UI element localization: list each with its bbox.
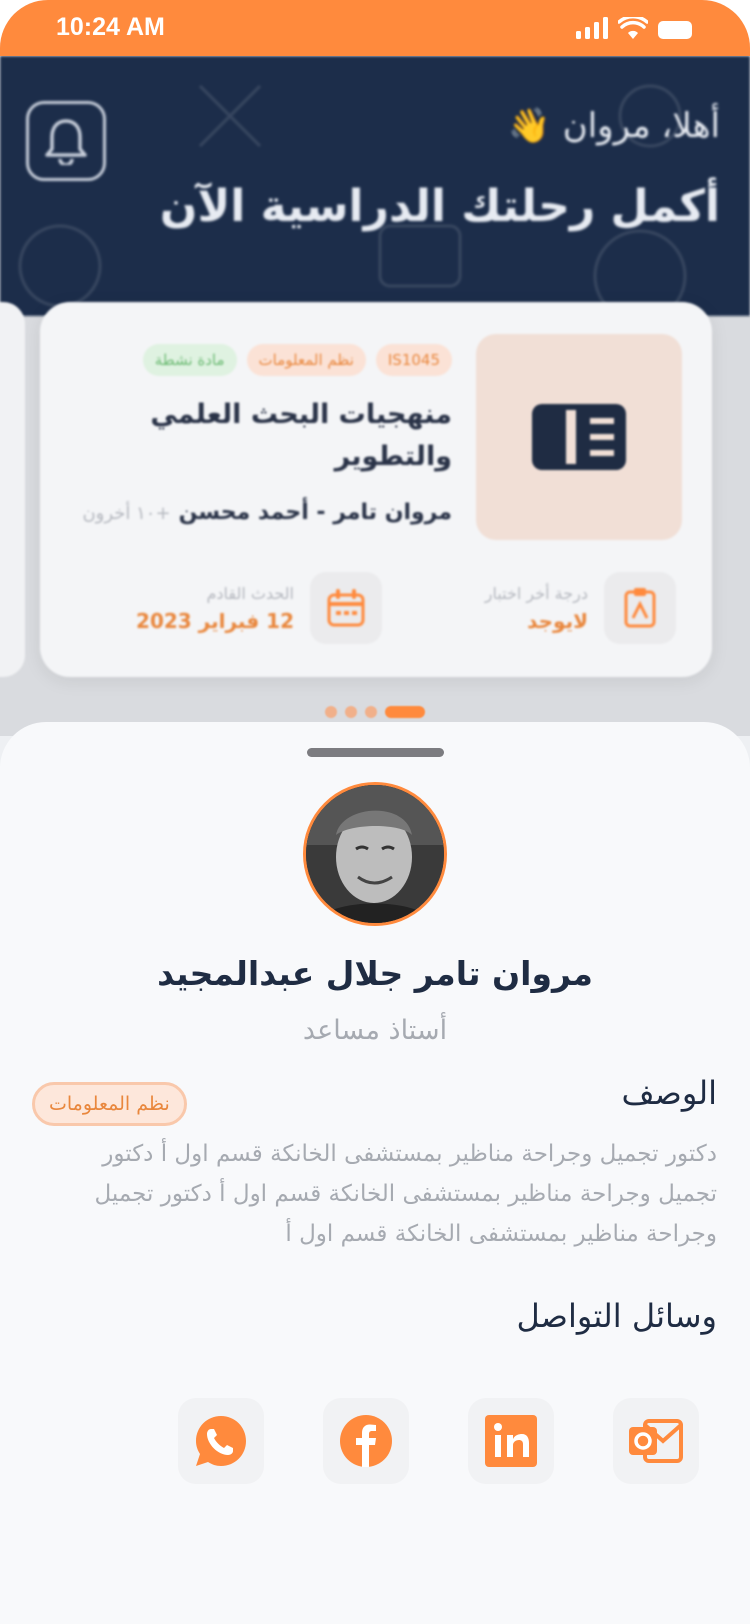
hero-banner: أهلا، مروان 👋 أكمل رحلتك الدراسية الآن	[0, 56, 750, 316]
linkedin-icon	[485, 1415, 537, 1467]
calendar-icon	[327, 589, 365, 627]
carousel-dot[interactable]	[365, 706, 377, 718]
instructor-bottom-sheet: مروان تامر جلال عبدالمجيد أستاذ مساعد ال…	[0, 722, 750, 1624]
department-tag: نظم المعلومات	[246, 344, 366, 376]
course-name: منهجيات البحث العلمي والتطوير	[150, 399, 452, 472]
teachers-names: مروان تامر - أحمد محسن	[178, 500, 452, 525]
teachers-more: +١٠ أخرون	[82, 503, 171, 524]
carousel-dots	[325, 706, 425, 718]
carousel-dot[interactable]	[325, 706, 337, 718]
department-pill: نظم المعلومات	[32, 1082, 187, 1126]
next-event-value: 12 فبراير 2023	[136, 608, 294, 633]
course-thumbnail	[476, 334, 682, 540]
contacts-title: وسائل التواصل	[516, 1297, 717, 1335]
description-text: دكتور تجميل وجراحة مناظير بمستشفى الخانك…	[94, 1141, 717, 1247]
phone-screen: 10:24 AM أهلا، مروان 👋 أكمل رحلتك الدراس…	[0, 0, 750, 1624]
avatar-photo	[306, 785, 444, 923]
notification-bell-button[interactable]	[26, 101, 106, 181]
calendar-icon-box	[310, 572, 382, 644]
last-exam-stat: درجة أخر اختبار لايوجد	[485, 572, 676, 644]
bell-icon	[45, 119, 87, 165]
outlook-icon	[629, 1419, 683, 1463]
greeting: أهلا، مروان 👋	[508, 106, 720, 146]
facebook-button[interactable]	[323, 1398, 409, 1484]
status-time: 10:24 AM	[56, 13, 165, 41]
carousel-dot-active[interactable]	[385, 706, 425, 718]
status-tag: مادة نشطة	[142, 344, 237, 376]
wifi-icon	[618, 17, 648, 39]
exam-icon-box	[604, 572, 676, 644]
battery-icon	[658, 21, 692, 39]
outlook-button[interactable]	[613, 1398, 699, 1484]
status-icons	[576, 17, 694, 39]
last-exam-label: درجة أخر اختبار	[484, 583, 588, 603]
next-event-text: الحدث القادم 12 فبراير 2023	[136, 584, 294, 633]
signal-icon	[576, 17, 608, 39]
sheet-drag-handle[interactable]	[307, 748, 444, 757]
course-card[interactable]: IS1045 نظم المعلومات مادة نشطة منهجيات ا…	[40, 302, 712, 677]
contact-buttons	[178, 1398, 699, 1484]
wave-emoji: 👋	[508, 106, 551, 146]
course-teachers: مروان تامر - أحمد محسن +١٠ أخرون	[82, 500, 452, 525]
status-bar: 10:24 AM	[0, 0, 750, 56]
facebook-icon	[340, 1415, 392, 1467]
linkedin-button[interactable]	[468, 1398, 554, 1484]
next-event-stat: الحدث القادم 12 فبراير 2023	[136, 572, 382, 644]
exam-icon	[624, 588, 656, 628]
course-code-tag: IS1045	[375, 344, 452, 376]
next-event-label: الحدث القادم	[206, 583, 294, 603]
whatsapp-icon	[196, 1416, 246, 1466]
hero-title: أكمل رحلتك الدراسية الآن	[159, 181, 720, 232]
carousel-dot[interactable]	[345, 706, 357, 718]
whatsapp-button[interactable]	[178, 1398, 264, 1484]
last-exam-value: لايوجد	[527, 608, 588, 633]
last-exam-text: درجة أخر اختبار لايوجد	[485, 584, 588, 633]
instructor-role: أستاذ مساعد	[302, 1015, 448, 1046]
instructor-name: مروان تامر جلال عبدالمجيد	[157, 954, 593, 993]
greeting-text: أهلا، مروان	[562, 106, 720, 146]
description-title: الوصف	[621, 1074, 717, 1112]
previous-course-card[interactable]	[0, 302, 25, 677]
avatar	[303, 782, 447, 926]
course-tags: IS1045 نظم المعلومات مادة نشطة	[142, 344, 452, 376]
book-icon	[532, 404, 626, 470]
